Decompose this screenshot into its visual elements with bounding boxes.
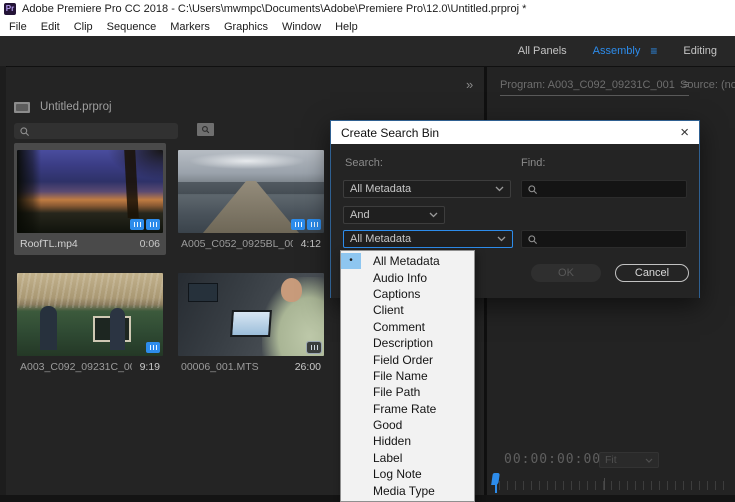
dropdown-option[interactable]: Client <box>341 302 474 318</box>
dropdown-option[interactable]: Hidden <box>341 433 474 449</box>
video-badge-icon[interactable] <box>306 341 322 354</box>
menu-help[interactable]: Help <box>328 21 365 33</box>
clip-thumbnail[interactable] <box>17 150 163 233</box>
program-monitor-tab[interactable]: Program: A003_C092_09231C_001 ≡ <box>500 79 690 96</box>
menu-clip[interactable]: Clip <box>67 21 100 33</box>
menu-graphics[interactable]: Graphics <box>217 21 275 33</box>
chevron-down-icon <box>645 458 653 463</box>
clip-name[interactable]: 00006_001.MTS <box>181 361 259 373</box>
menu-markers[interactable]: Markers <box>163 21 217 33</box>
workspace-tab-assembly[interactable]: Assembly <box>593 45 641 57</box>
window-title: Adobe Premiere Pro CC 2018 - C:\Users\mw… <box>22 2 527 15</box>
zoom-level-select[interactable]: Fit <box>599 452 659 468</box>
clip-duration: 9:19 <box>139 361 160 373</box>
search-icon <box>528 184 538 194</box>
workspace-menu-icon[interactable]: ≡ <box>650 44 657 58</box>
find-input-2[interactable] <box>521 230 687 248</box>
close-icon[interactable]: × <box>680 125 689 140</box>
workspace-tab-editing[interactable]: Editing <box>683 45 717 57</box>
window-titlebar: Pr Adobe Premiere Pro CC 2018 - C:\Users… <box>0 0 735 17</box>
dropdown-option[interactable]: Captions <box>341 286 474 302</box>
cancel-button[interactable]: Cancel <box>615 264 689 282</box>
dropdown-option[interactable]: Audio Info <box>341 269 474 285</box>
clip-name[interactable]: A005_C052_0925BL_001_ <box>181 238 293 250</box>
chevron-down-icon <box>495 186 504 192</box>
ruler-major-tick <box>603 478 605 490</box>
search-icon <box>528 234 538 244</box>
menu-window[interactable]: Window <box>275 21 328 33</box>
menu-file[interactable]: File <box>2 21 34 33</box>
dropdown-option[interactable]: Description <box>341 335 474 351</box>
program-tab-label: Program: A003_C092_09231C_001 <box>500 79 675 91</box>
monitor-timeline-ruler[interactable] <box>499 478 727 490</box>
metadata-select-1[interactable]: All Metadata <box>343 180 511 198</box>
chevron-down-icon <box>497 236 506 242</box>
selected-option-marker: • <box>341 253 361 270</box>
bin-icon <box>14 101 30 113</box>
operator-select[interactable]: And <box>343 206 445 224</box>
project-name[interactable]: Untitled.prproj <box>40 101 112 113</box>
clip-thumbnail[interactable] <box>178 150 324 233</box>
video-badge-icon[interactable] <box>146 342 160 353</box>
find-label: Find: <box>521 157 546 169</box>
operator-select-value: And <box>350 209 370 221</box>
menubar: File Edit Clip Sequence Markers Graphics… <box>0 17 735 36</box>
metadata-select-2[interactable]: All Metadata <box>343 230 513 248</box>
dropdown-option[interactable]: Field Order <box>341 351 474 367</box>
clip-thumbnail[interactable] <box>178 273 324 356</box>
dropdown-option[interactable]: File Name <box>341 368 474 384</box>
create-search-bin-button[interactable] <box>197 123 214 136</box>
video-badge-icon[interactable] <box>130 219 144 230</box>
dropdown-option[interactable]: Log Note <box>341 466 474 482</box>
find-input-1[interactable] <box>521 180 687 198</box>
search-icon <box>20 126 30 136</box>
clip-duration: 4:12 <box>300 238 321 250</box>
menu-edit[interactable]: Edit <box>34 21 67 33</box>
playhead-icon[interactable] <box>491 473 504 493</box>
project-header: Untitled.prproj <box>14 101 112 113</box>
clip-name[interactable]: RoofTL.mp4 <box>20 238 78 250</box>
dialog-titlebar[interactable]: Create Search Bin × <box>331 121 699 144</box>
dropdown-option[interactable]: Good <box>341 417 474 433</box>
search-label: Search: <box>345 157 383 169</box>
video-badge-icon[interactable] <box>291 219 305 230</box>
clip-tile[interactable]: A005_C052_0925BL_001_ 4:12 <box>175 143 327 255</box>
dropdown-option[interactable]: Label <box>341 450 474 466</box>
clip-tile[interactable]: RoofTL.mp4 0:06 <box>14 143 166 255</box>
clip-tile[interactable]: 00006_001.MTS 26:00 <box>175 266 327 378</box>
menu-sequence[interactable]: Sequence <box>100 21 164 33</box>
audio-badge-icon[interactable] <box>146 219 160 230</box>
ok-button[interactable]: OK <box>531 264 601 282</box>
dropdown-option[interactable]: Frame Rate <box>341 401 474 417</box>
clip-name[interactable]: A003_C092_09231C_001 <box>20 361 132 373</box>
audio-badge-icon[interactable] <box>307 219 321 230</box>
panel-overflow-icon[interactable]: » <box>466 77 473 92</box>
clip-tile[interactable]: A003_C092_09231C_001 9:19 <box>14 266 166 378</box>
dropdown-option[interactable]: • All Metadata <box>341 253 474 270</box>
workspace-bar: All Panels Assembly ≡ Editing <box>0 36 735 66</box>
search-bin-icon <box>202 126 210 134</box>
dropdown-option[interactable]: File Path <box>341 384 474 400</box>
dropdown-option[interactable]: Media Type <box>341 482 474 498</box>
source-monitor-tab[interactable]: Source: (no cl <box>680 79 735 91</box>
metadata-select-2-value: All Metadata <box>350 233 412 245</box>
timecode-display[interactable]: 00:00:00:00 <box>504 452 601 467</box>
metadata-select-1-value: All Metadata <box>350 183 412 195</box>
dialog-title: Create Search Bin <box>341 125 440 140</box>
workspace-tab-all-panels[interactable]: All Panels <box>518 45 567 57</box>
metadata-dropdown-list: • All Metadata Audio Info Captions Clien… <box>340 250 475 502</box>
project-search-input[interactable] <box>14 123 178 139</box>
clip-duration: 0:06 <box>139 238 160 250</box>
zoom-level-value: Fit <box>605 454 617 466</box>
chevron-down-icon <box>429 212 438 218</box>
clip-duration: 26:00 <box>294 361 321 373</box>
bullet-icon: • <box>349 255 353 267</box>
premiere-app-icon: Pr <box>4 2 16 15</box>
dropdown-option[interactable]: Comment <box>341 319 474 335</box>
clip-thumbnail[interactable] <box>17 273 163 356</box>
